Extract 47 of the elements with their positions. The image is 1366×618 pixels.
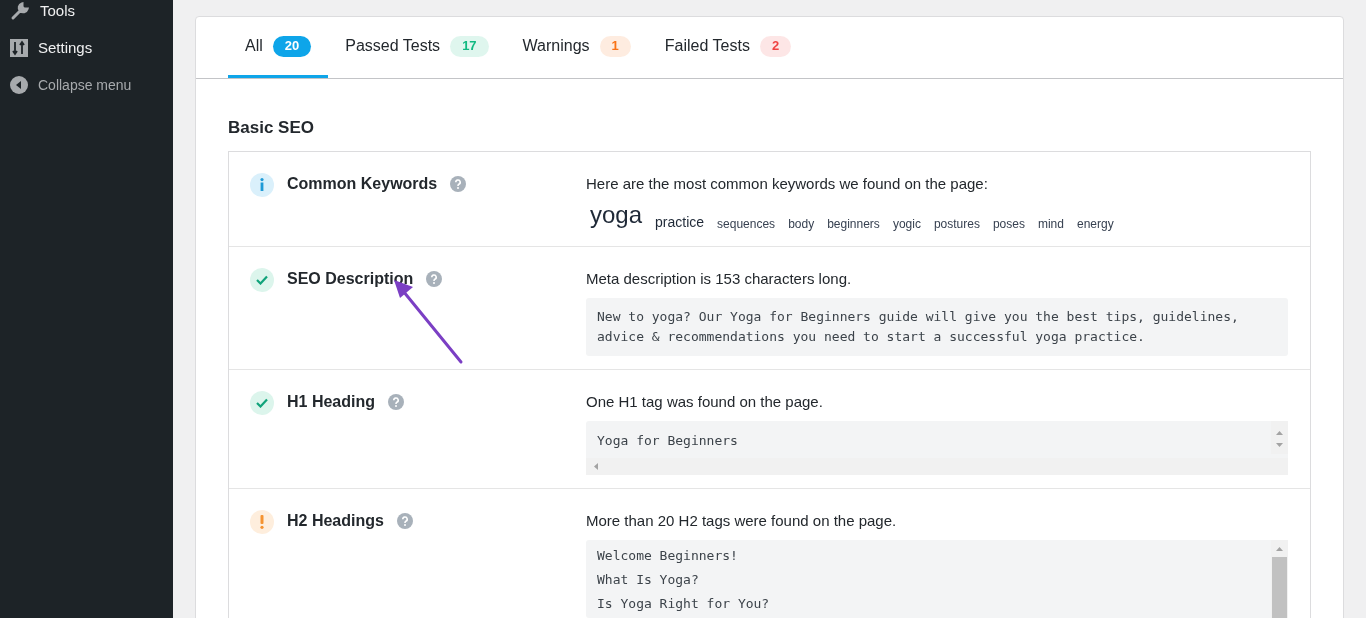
keyword: body [788, 215, 815, 233]
keyword: yogic [892, 215, 921, 233]
test-message: One H1 tag was found on the page. [586, 391, 824, 412]
test-title: Common Keywords [287, 173, 438, 194]
test-message: Here are the most common keywords we found on the page: [586, 173, 989, 194]
sidebar-item[interactable]: Collapse menu [0, 75, 173, 95]
help-icon[interactable] [450, 175, 467, 192]
keyword: postures [933, 215, 980, 233]
code-line: What Is Yoga? [597, 570, 700, 589]
filter-tab[interactable]: Passed Tests 17 [328, 17, 506, 78]
wrench-icon [10, 1, 30, 21]
keyword: beginners [827, 215, 880, 233]
keyword: yoga [590, 199, 643, 230]
test-title: H2 Headings [287, 510, 384, 531]
vertical-scrollbar[interactable] [1271, 539, 1288, 618]
help-icon[interactable] [396, 512, 413, 529]
test-title: H1 Heading [287, 391, 375, 412]
count-badge: 17 [450, 35, 489, 57]
sliders-icon [10, 39, 28, 57]
checkmark-icon [250, 267, 274, 292]
test-title: SEO Description [287, 268, 414, 289]
filter-tab[interactable]: Failed Tests 2 [647, 17, 809, 78]
keyword: practice [655, 212, 705, 232]
code-line: Yoga for Beginners [597, 431, 739, 450]
test-message: Meta description is 153 characters long. [586, 268, 853, 289]
sidebar-item[interactable]: Settings [0, 38, 173, 58]
keyword: poses [992, 215, 1025, 233]
section-title: Basic SEO [228, 117, 315, 139]
code-line: Is Yoga Right for You? [597, 594, 771, 613]
count-badge: 20 [272, 35, 312, 57]
help-icon[interactable] [426, 270, 443, 287]
keyword: mind [1037, 215, 1064, 233]
checkmark-icon [250, 390, 274, 415]
info-icon [250, 172, 274, 197]
filter-tab[interactable]: All 20 [228, 17, 329, 78]
collapse-icon [10, 76, 28, 94]
warning-icon [250, 509, 274, 534]
keyword: sequences [717, 215, 776, 233]
sidebar-item[interactable]: Tools [0, 1, 173, 21]
keyword: energy [1076, 215, 1114, 233]
help-icon[interactable] [388, 393, 404, 410]
code-line: New to yoga? Our Yoga for Beginners guide will give you the best tips, guidelines, advice & recommendations you need to start a successful yoga practice. [597, 307, 1240, 346]
count-badge: 2 [759, 35, 792, 57]
filter-tab[interactable]: Warnings 1 [505, 17, 648, 78]
code-line: Welcome Beginners! [597, 546, 739, 565]
count-badge: 1 [599, 35, 631, 57]
test-message: More than 20 H2 tags were found on the page. [586, 510, 898, 531]
